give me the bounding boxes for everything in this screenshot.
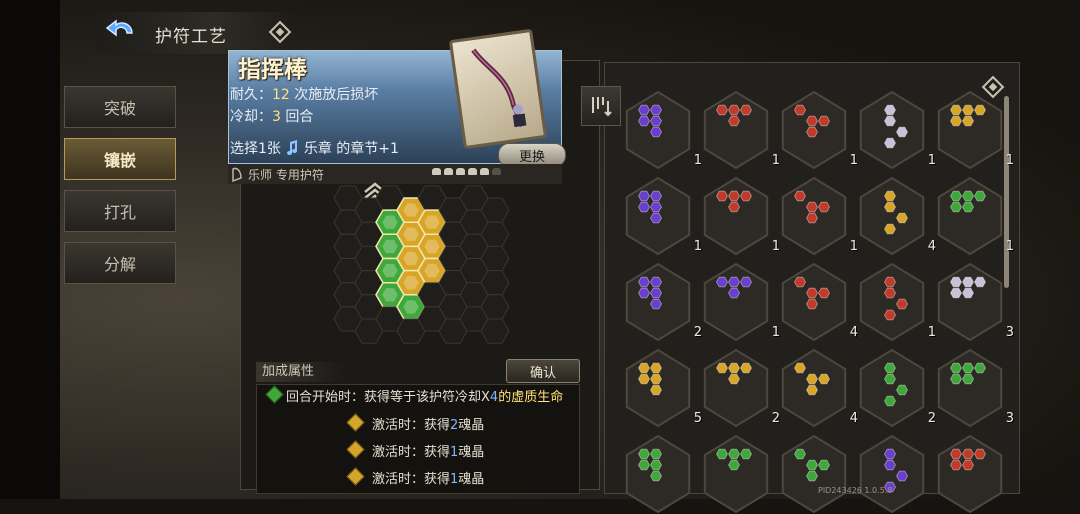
amulet-name: 指挥棒 [238,56,307,83]
cooldown-line: 冷却：3 回合 [230,109,314,125]
harp-icon [232,167,242,182]
quality-pip [456,168,465,175]
purple-gem-cluster-icon [859,434,925,514]
green-gem-cluster-icon [937,176,1003,256]
red-gem-cluster-icon [781,262,847,342]
item-count: 1 [1005,239,1014,254]
purple-gem-cluster-icon [625,262,691,342]
gold-gem-cluster-icon [859,176,925,256]
back-button[interactable] [103,17,139,49]
gem-inventory-item[interactable] [854,434,930,514]
sort-icon [592,97,612,117]
amulet-card-art [448,28,548,150]
gem-inventory-item[interactable]: 1 [854,90,936,170]
gem-inventory-item[interactable] [620,434,696,514]
gold-gem-cluster-icon [781,348,847,428]
gem-inventory-item[interactable]: 3 [932,348,1014,428]
sidebar-item-inlay[interactable]: 镶嵌 [64,138,176,180]
sidebar-item-label: 镶嵌 [103,151,136,170]
item-count: 3 [1005,411,1014,426]
gold-gem-cluster-icon [937,90,1003,170]
page-title: 护符工艺 [155,27,227,47]
red-gem-cluster-icon [937,434,1003,514]
quality-pip [492,168,501,175]
purple-gem-cluster-icon [625,176,691,256]
gem-inventory-item[interactable]: 1 [620,176,702,256]
gem-inventory-item[interactable] [698,434,774,514]
music-note-icon [287,140,298,155]
sidebar-item-label: 突破 [103,99,136,118]
version-label: PID243426 1.0.5.8 [818,486,893,495]
gold-gem-cluster-icon [703,348,769,428]
gem-inventory-item[interactable]: 1 [698,176,780,256]
gem-inventory-item[interactable]: 2 [854,348,936,428]
quality-pip [444,168,453,175]
gem-inventory-item[interactable]: 5 [620,348,702,428]
item-count: 3 [1005,325,1014,340]
green-gem-cluster-icon [937,348,1003,428]
purple-gem-cluster-icon [703,262,769,342]
sidebar-item-punch[interactable]: 打孔 [64,190,176,232]
gem-inventory-item[interactable]: 2 [620,262,702,342]
green-gem-cluster-icon [781,434,847,514]
gem-inventory-item[interactable] [776,434,852,514]
red-gem-cluster-icon [781,176,847,256]
gem-inventory-item[interactable]: 1 [698,90,780,170]
owner-label: 乐师 专用护符 [248,168,324,182]
bonus-title: 加成属性 [256,362,346,382]
back-arrow-icon [105,19,133,37]
gem-inventory-item[interactable]: 2 [698,348,780,428]
gem-inventory-item[interactable]: 1 [932,176,1014,256]
item-count: 1 [1005,153,1014,168]
quality-pip [432,168,441,175]
gem-inventory-item[interactable]: 1 [776,176,858,256]
gem-inventory-item[interactable]: 3 [932,262,1014,342]
silver-gem-cluster-icon [937,262,1003,342]
socket-grid[interactable] [330,180,510,345]
bonus-line: 回合开始时：获得等于该护符冷却X4的虚质生命 [286,390,564,405]
sidebar-item-label: 打孔 [103,203,136,222]
bonus-line: 激活时：获得1魂晶 [372,472,485,487]
sidebar-item-breakthrough[interactable]: 突破 [64,86,176,128]
silver-gem-cluster-icon [859,90,925,170]
gem-inventory-item[interactable]: 1 [698,262,780,342]
quality-pip [480,168,489,175]
red-gem-cluster-icon [703,90,769,170]
green-gem-cluster-icon [703,434,769,514]
diamond-help-icon[interactable] [268,20,292,44]
durability-line: 耐久：12 次施放后损坏 [230,87,379,103]
red-gem-cluster-icon [859,262,925,342]
baton-icon [471,48,527,128]
confirm-button[interactable]: 确认 [506,359,580,383]
gem-inventory-item[interactable]: 4 [776,262,858,342]
gem-inventory-item[interactable]: 4 [854,176,936,256]
gem-inventory-item[interactable]: 1 [620,90,702,170]
durability-value: 12 [272,87,290,103]
gem-inventory-item[interactable]: 1 [776,90,858,170]
green-gem-cluster-icon [859,348,925,428]
cooldown-value: 3 [272,109,281,125]
sort-button[interactable] [581,86,621,126]
sidebar-item-label: 分解 [103,255,136,274]
purple-gem-cluster-icon [625,90,691,170]
green-gem-cluster-icon [625,434,691,514]
gem-inventory-item[interactable]: 1 [932,90,1014,170]
gold-gem-cluster-icon [625,348,691,428]
red-gem-cluster-icon [703,176,769,256]
gem-inventory-item[interactable]: 4 [776,348,858,428]
bonus-line: 激活时：获得2魂晶 [372,418,485,433]
bonus-line: 激活时：获得1魂晶 [372,445,485,460]
quality-pip [468,168,477,175]
left-edge [0,0,60,499]
gem-inventory-item[interactable] [932,434,1008,514]
gem-inventory-item[interactable]: 1 [854,262,936,342]
quality-indicator [432,168,501,175]
sidebar-item-decompose[interactable]: 分解 [64,242,176,284]
effect-line: 选择1张 乐章 的章节+1 [230,140,399,157]
red-gem-cluster-icon [781,90,847,170]
